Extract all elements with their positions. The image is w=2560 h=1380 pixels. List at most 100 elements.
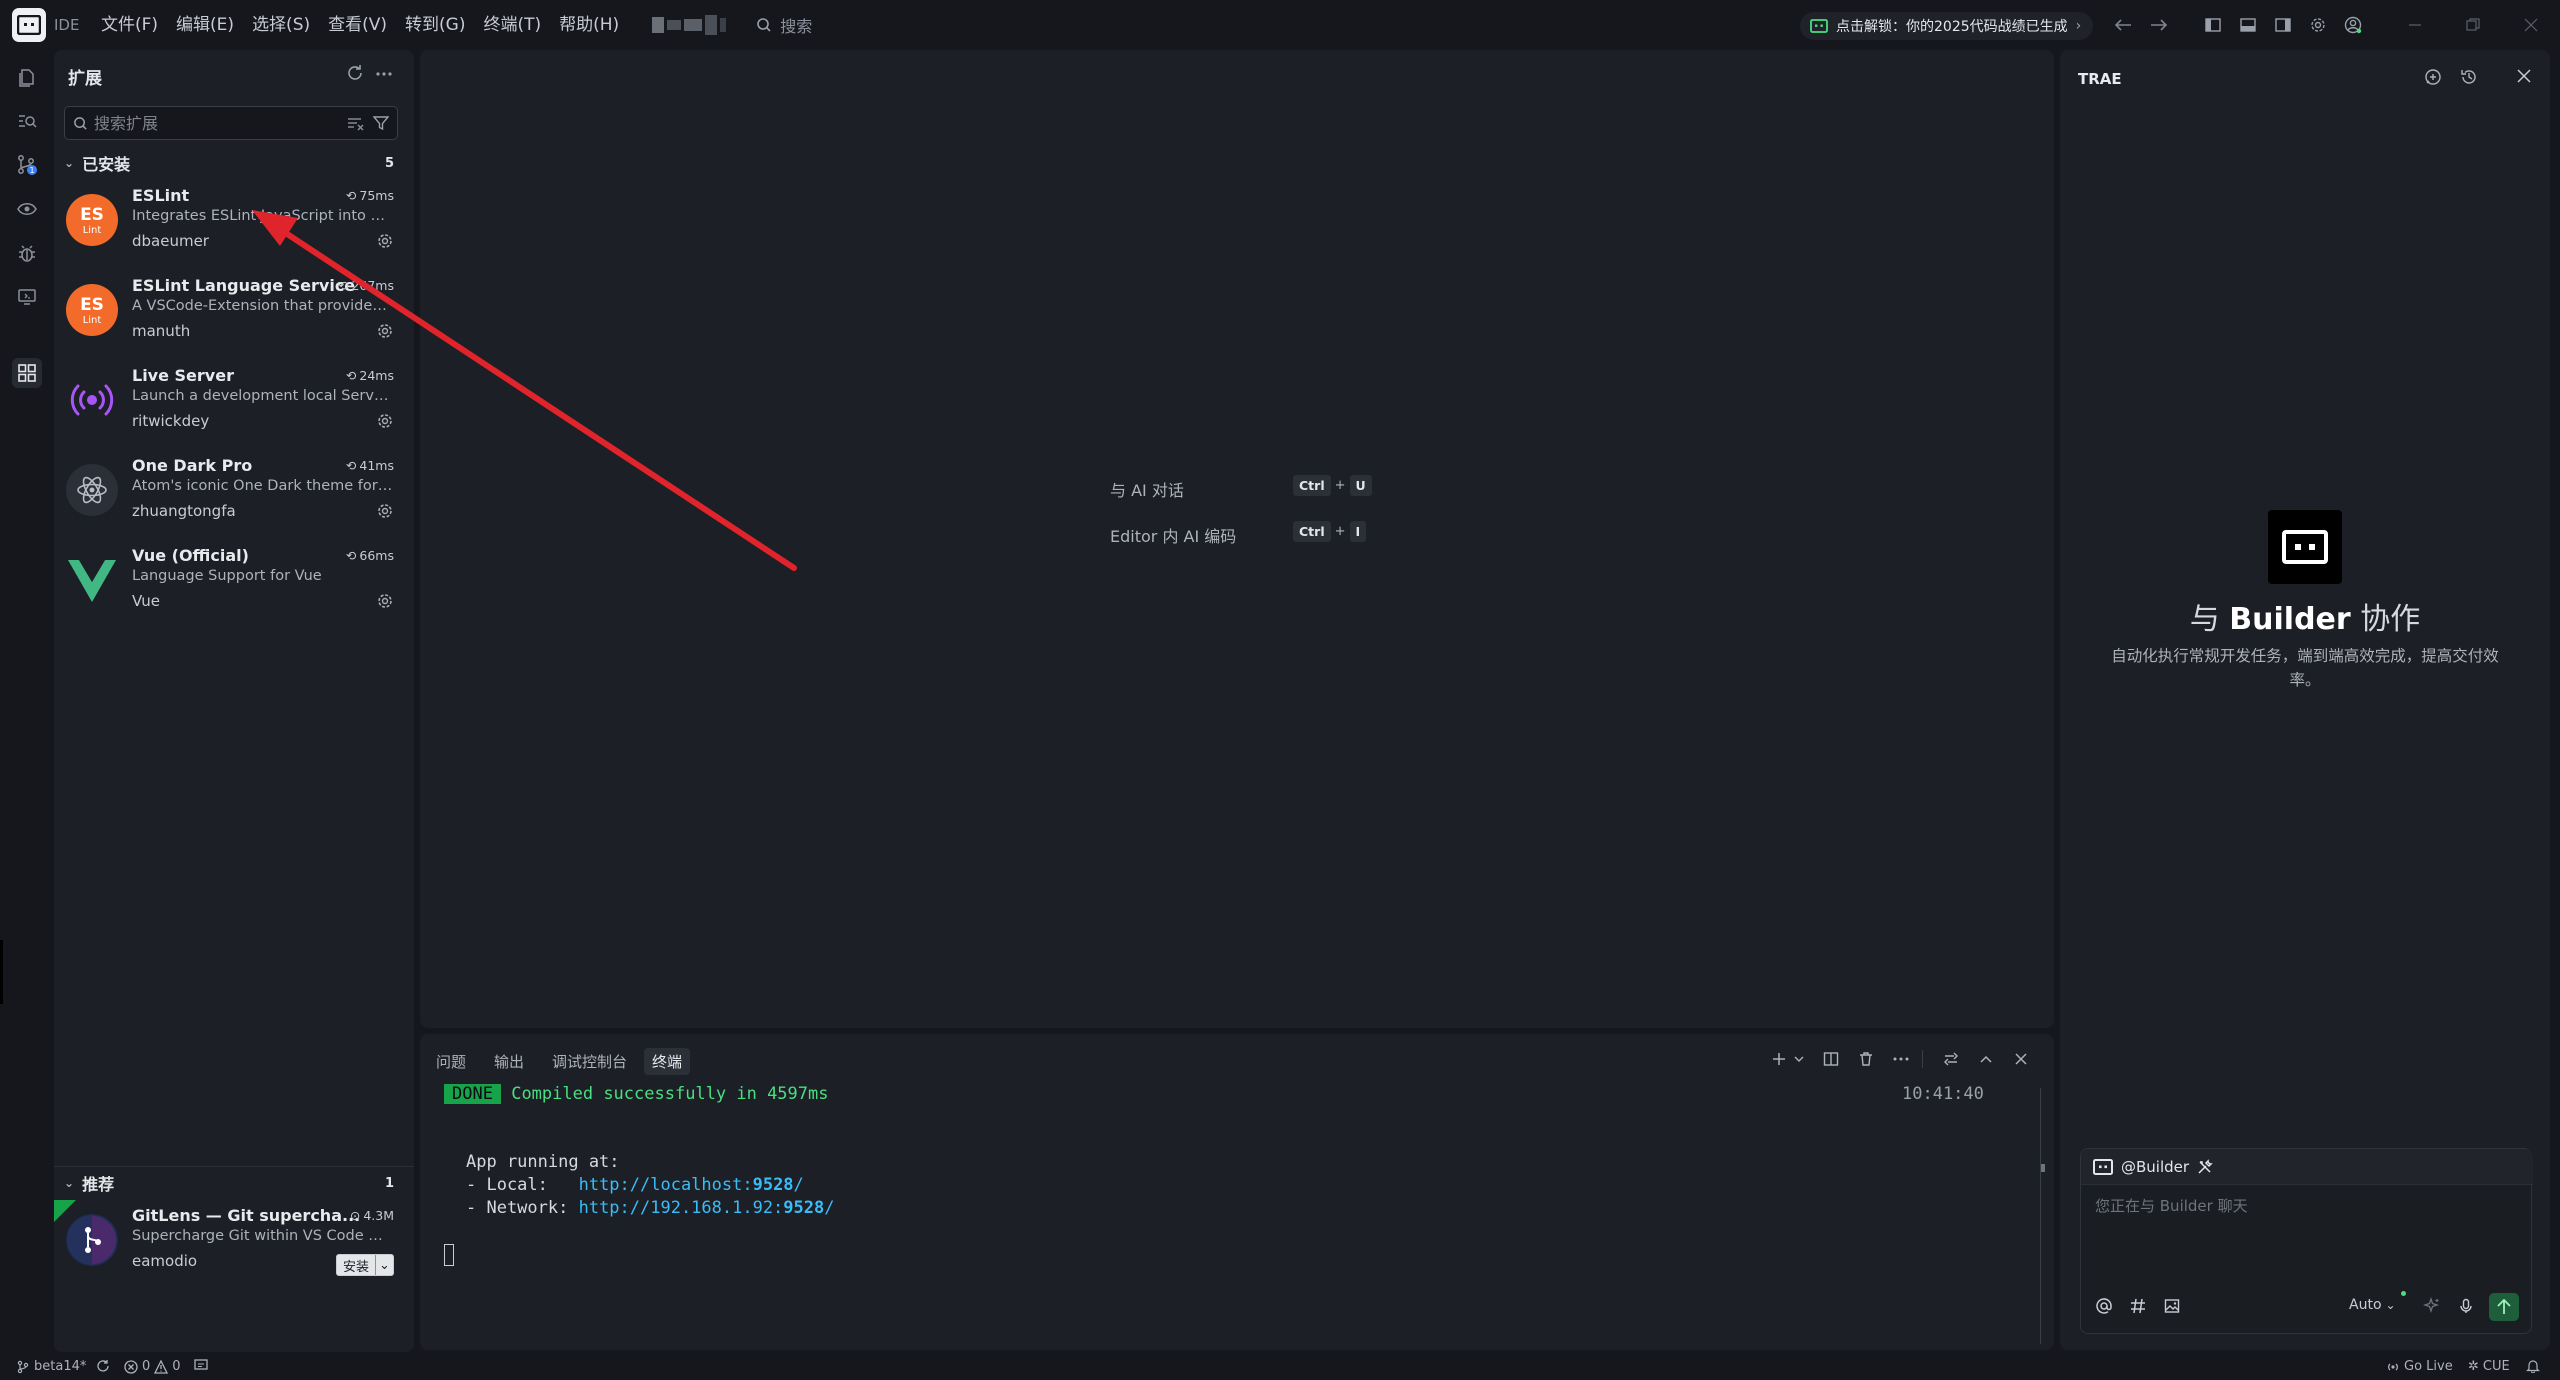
sync-icon[interactable] <box>96 1359 110 1373</box>
install-button[interactable]: 安装 ⌄ <box>335 1254 394 1276</box>
history-icon[interactable] <box>2460 68 2482 90</box>
sparkle-enhance-icon[interactable] <box>2421 1295 2443 1317</box>
status-bar: beta14* 0 0 Go Live ✲ CUE <box>0 1355 2560 1380</box>
extension-search-input[interactable] <box>94 113 347 133</box>
more-actions-icon[interactable] <box>374 64 396 86</box>
hint-inline-ai-label: Editor 内 AI 编码 <box>1110 527 1237 546</box>
panel-settings-icon[interactable] <box>1940 1048 1962 1070</box>
done-badge: DONE <box>444 1084 501 1104</box>
chat-panel-title: TRAE <box>2078 70 2122 88</box>
split-terminal-icon[interactable] <box>1820 1048 1842 1070</box>
menu-terminal[interactable]: 终端(T) <box>474 8 550 42</box>
cue-status[interactable]: ✲ CUE <box>2468 1359 2510 1374</box>
hash-context-icon[interactable] <box>2127 1295 2149 1317</box>
chevron-down-icon[interactable] <box>1788 1048 1810 1070</box>
terminal-cursor[interactable] <box>444 1244 454 1266</box>
maximize-panel-icon[interactable] <box>1975 1048 1997 1070</box>
menu-help[interactable]: 帮助(H) <box>550 8 628 42</box>
tab-debug-console[interactable]: 调试控制台 <box>544 1048 635 1075</box>
command-search[interactable]: 搜索 <box>756 13 812 37</box>
extension-item-eslint-language-service[interactable]: ES Lint ESLint Language Service A VSCode-… <box>66 272 402 360</box>
extension-item-vue-official[interactable]: Vue (Official) Language Support for Vue … <box>66 542 402 630</box>
go-live-button[interactable]: Go Live <box>2386 1359 2453 1374</box>
model-selector[interactable]: Auto ⌄ <box>2349 1297 2396 1313</box>
close-panel-icon[interactable] <box>2010 1048 2032 1070</box>
new-terminal-plus-icon[interactable] <box>1768 1048 1790 1070</box>
source-control-icon[interactable]: 1 <box>12 150 42 180</box>
account-icon[interactable] <box>2342 14 2364 36</box>
toggle-sidebar-icon[interactable] <box>2202 14 2224 36</box>
settings-gear-icon[interactable] <box>2307 14 2329 36</box>
manage-gear-icon[interactable] <box>376 232 394 250</box>
extension-item-live-server[interactable]: Live Server Launch a development local S… <box>66 362 402 450</box>
extension-search-box[interactable] <box>64 106 398 140</box>
agent-tag[interactable]: @Builder <box>2081 1149 2533 1185</box>
gitlens-icon <box>66 1214 118 1266</box>
minimize-icon[interactable] <box>2404 14 2426 36</box>
extension-author: dbaeumer <box>132 232 209 250</box>
manage-gear-icon[interactable] <box>376 322 394 340</box>
send-button[interactable] <box>2489 1293 2519 1321</box>
close-window-icon[interactable] <box>2520 14 2542 36</box>
extensions-icon[interactable] <box>12 358 42 388</box>
tab-output[interactable]: 输出 <box>486 1048 532 1075</box>
menu-selection[interactable]: 选择(S) <box>243 8 319 42</box>
terminal-scrollbar[interactable] <box>2040 1088 2041 1344</box>
chevron-down-icon[interactable]: ⌄ <box>375 1255 393 1275</box>
explorer-icon[interactable] <box>12 62 42 92</box>
promo-banner[interactable]: 点击解锁：你的2025代码战绩已生成 › <box>1800 12 2094 40</box>
extension-name: Vue (Official) <box>132 546 249 565</box>
eye-preview-icon[interactable] <box>12 194 42 224</box>
restore-icon[interactable] <box>2462 14 2484 36</box>
forward-arrow-icon[interactable] <box>2148 14 2170 36</box>
extension-item-gitlens[interactable]: GitLens — Git supercha... Supercharge Gi… <box>54 1200 402 1290</box>
clear-filter-icon[interactable] <box>347 115 365 131</box>
manage-gear-icon[interactable] <box>376 412 394 430</box>
remote-explorer-icon[interactable] <box>12 282 42 312</box>
git-branch-status[interactable]: beta14* <box>16 1359 86 1374</box>
menu-goto[interactable]: 转到(G) <box>396 8 474 42</box>
notifications-bell-icon[interactable] <box>2526 1359 2540 1373</box>
manage-gear-icon[interactable] <box>376 502 394 520</box>
trash-icon[interactable] <box>1855 1048 1877 1070</box>
network-url-end: / <box>824 1198 835 1218</box>
chat-message-input[interactable] <box>2095 1197 2515 1215</box>
local-url-base: http://localhost: <box>578 1175 753 1195</box>
recommended-section-header[interactable]: ⌄ 推荐 1 <box>62 1170 402 1196</box>
eslint-icon: ES Lint <box>66 284 118 336</box>
extension-item-eslint[interactable]: ES Lint ESLint Integrates ESLint JavaScri… <box>66 182 402 270</box>
image-attach-icon[interactable] <box>2161 1295 2183 1317</box>
chat-input-box[interactable]: @Builder Auto⌄ <box>2080 1148 2533 1334</box>
toggle-aux-bar-icon[interactable] <box>2272 14 2294 36</box>
builder-heading: 与 Builder 协作 <box>2060 594 2550 638</box>
manage-gear-icon[interactable] <box>376 592 394 610</box>
new-chat-icon[interactable] <box>2424 68 2446 90</box>
refresh-icon[interactable] <box>346 64 368 86</box>
close-chat-icon[interactable] <box>2516 68 2538 90</box>
tools-icon[interactable] <box>2197 1158 2213 1175</box>
extension-item-one-dark-pro[interactable]: One Dark Pro Atom's iconic One Dark them… <box>66 452 402 540</box>
builder-logo-icon <box>2268 510 2342 584</box>
menu-edit[interactable]: 编辑(E) <box>167 8 243 42</box>
search-icon <box>74 116 87 130</box>
debug-bug-icon[interactable] <box>12 238 42 268</box>
filter-icon[interactable] <box>373 115 389 131</box>
problems-status[interactable]: 0 0 <box>124 1359 181 1374</box>
title-bar: IDE 文件(F) 编辑(E) 选择(S) 查看(V) 转到(G) 终端(T) … <box>0 0 2560 50</box>
search-files-icon[interactable] <box>12 106 42 136</box>
scroll-thumb[interactable] <box>2041 1164 2045 1172</box>
chevron-down-icon: ⌄ <box>64 1176 75 1190</box>
menu-view[interactable]: 查看(V) <box>319 8 396 42</box>
tab-terminal[interactable]: 终端 <box>644 1048 691 1075</box>
microphone-icon[interactable] <box>2455 1295 2477 1317</box>
installed-section-header[interactable]: ⌄ 已安装 5 <box>62 150 402 176</box>
mention-at-icon[interactable] <box>2093 1295 2115 1317</box>
tab-problems[interactable]: 问题 <box>428 1048 474 1075</box>
toggle-panel-icon[interactable] <box>2237 14 2259 36</box>
ports-icon[interactable] <box>194 1359 208 1371</box>
menu-file[interactable]: 文件(F) <box>92 8 167 42</box>
back-arrow-icon[interactable] <box>2112 14 2134 36</box>
network-url[interactable]: http://192.168.1.92:9528/ <box>579 1198 835 1218</box>
local-url[interactable]: http://localhost:9528/ <box>579 1175 804 1195</box>
more-actions-icon[interactable] <box>1890 1048 1912 1070</box>
